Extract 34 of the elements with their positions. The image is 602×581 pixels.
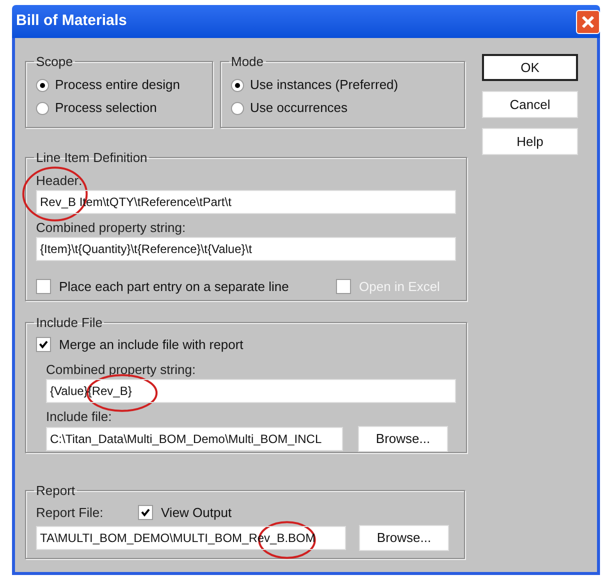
window-title: Bill of Materials [16, 11, 127, 32]
dialog-button[interactable]: Cancel [482, 91, 578, 118]
field-label: Header: [36, 172, 84, 190]
field-label: Include file: [46, 408, 113, 426]
browse-button[interactable]: Browse... [359, 524, 449, 550]
radio-label: Use occurrences [250, 99, 348, 118]
browse-button[interactable]: Browse... [358, 426, 448, 452]
dialog-button[interactable]: OK [482, 54, 578, 81]
close-button[interactable] [576, 10, 600, 34]
checkbox[interactable] [36, 278, 51, 294]
checkbox-label: View Output [161, 504, 232, 522]
group-title: Mode [230, 53, 265, 71]
radio-button[interactable] [36, 78, 49, 92]
radio-label: Use instances (Preferred) [250, 76, 398, 94]
input-field[interactable]: C:\Titan_Data\Multi_BOM_Demo\Multi_BOM_INCL [46, 427, 343, 451]
radio-button[interactable] [231, 102, 244, 114]
radio-label: Process entire design [55, 76, 180, 94]
field-label: Report File: [36, 504, 104, 522]
checkbox-label: Place each part entry on a separate line [59, 278, 289, 296]
checkbox-label: Merge an include file with report [59, 336, 244, 354]
radio-button[interactable] [36, 102, 49, 114]
group-title: Report [35, 482, 76, 500]
close-icon [581, 14, 595, 28]
checkbox[interactable] [36, 336, 51, 352]
dialog-button[interactable]: Help [482, 128, 578, 155]
group-title: Include File [35, 314, 104, 332]
field-label: Combined property string: [46, 361, 197, 379]
input-field[interactable]: {Item}\t{Quantity}\t{Reference}\t{Value}\t [36, 236, 456, 260]
field-label: Combined property string: [36, 218, 187, 236]
group-title: Line Item Definition [35, 149, 148, 167]
group-title: Scope [35, 53, 74, 71]
radio-button[interactable] [231, 78, 244, 92]
radio-label: Process selection [55, 99, 157, 118]
checkbox[interactable] [138, 505, 153, 520]
